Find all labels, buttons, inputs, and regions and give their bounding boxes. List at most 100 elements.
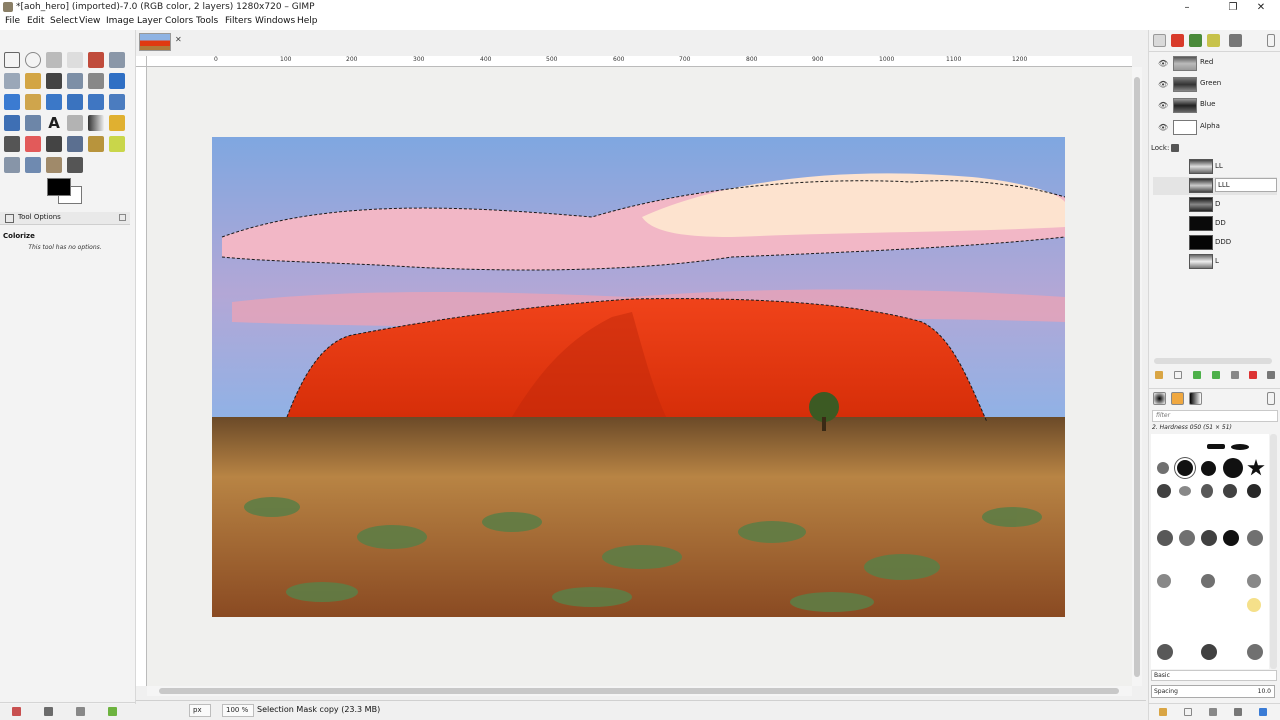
menu-windows[interactable]: Windows	[255, 16, 295, 26]
brush-item[interactable]	[1247, 598, 1261, 612]
brush-grid-scrollbar[interactable]	[1270, 434, 1277, 669]
duplicate-layer-icon[interactable]	[1231, 371, 1239, 379]
zoom-icon[interactable]	[67, 73, 83, 89]
brush-item[interactable]	[1179, 486, 1191, 496]
tab-patterns-icon[interactable]	[1171, 392, 1184, 405]
new-layer-icon[interactable]	[1174, 371, 1182, 379]
tab-brushes-icon[interactable]	[1153, 392, 1166, 405]
brush-grid[interactable]	[1151, 434, 1269, 669]
bucket-fill-icon[interactable]	[67, 115, 83, 131]
brush-filter-input[interactable]: filter	[1152, 410, 1278, 422]
delete-options-icon[interactable]	[76, 707, 85, 716]
menu-layer[interactable]: Layer	[137, 16, 162, 26]
horizontal-scrollbar[interactable]	[147, 686, 1132, 696]
shear-icon[interactable]	[88, 94, 104, 110]
brush-item[interactable]	[1223, 484, 1237, 498]
lower-layer-icon[interactable]	[1212, 371, 1220, 379]
brush-item-star[interactable]	[1247, 459, 1265, 476]
brush-item[interactable]	[1223, 530, 1239, 546]
align-icon[interactable]	[4, 94, 20, 110]
horizontal-ruler[interactable]: 0 100 200 300 400 500 600 700 800 900 10…	[147, 56, 1132, 67]
edit-brush-icon[interactable]	[1159, 708, 1167, 716]
flip-icon[interactable]	[4, 115, 20, 131]
ink-icon[interactable]	[67, 136, 83, 152]
image-tab-thumbnail[interactable]	[139, 33, 171, 51]
layer-row[interactable]: DD	[1153, 215, 1277, 233]
brush-item[interactable]	[1157, 644, 1173, 660]
delete-brush-icon[interactable]	[1234, 708, 1242, 716]
eye-icon[interactable]: 👁	[1158, 101, 1168, 110]
channel-row[interactable]: 👁 Alpha	[1149, 118, 1280, 138]
menu-help[interactable]: Help	[297, 16, 318, 26]
vertical-ruler[interactable]	[136, 67, 147, 686]
tab-paths-icon[interactable]	[1189, 34, 1202, 47]
brush-item[interactable]	[1157, 462, 1169, 474]
brush-item[interactable]	[1201, 484, 1213, 498]
crop-icon[interactable]	[25, 94, 41, 110]
save-options-icon[interactable]	[12, 707, 21, 716]
configure-tab-icon[interactable]	[119, 214, 126, 221]
select-by-color-icon[interactable]	[88, 52, 104, 68]
eye-icon[interactable]: 👁	[1158, 123, 1168, 132]
brush-item[interactable]	[1247, 574, 1261, 588]
fuzzy-select-icon[interactable]	[67, 52, 83, 68]
eye-icon[interactable]: 👁	[1158, 59, 1168, 68]
brush-item[interactable]	[1247, 644, 1263, 660]
scale-icon[interactable]	[67, 94, 83, 110]
brush-item[interactable]	[1157, 530, 1173, 546]
brush-item[interactable]	[1201, 574, 1215, 588]
brush-set-select[interactable]: Basic	[1151, 670, 1277, 681]
tab-tool-options[interactable]: Tool Options	[0, 212, 130, 225]
eraser-icon[interactable]	[25, 136, 41, 152]
tab-images-icon[interactable]	[1229, 34, 1242, 47]
restore-options-icon[interactable]	[44, 707, 53, 716]
airbrush-icon[interactable]	[46, 136, 62, 152]
canvas-area[interactable]	[147, 67, 1132, 686]
brush-item[interactable]	[1201, 461, 1216, 476]
delete-layer-icon[interactable]	[1267, 371, 1275, 379]
configure-brush-tab-icon[interactable]	[1267, 392, 1275, 405]
refresh-brushes-icon[interactable]	[1259, 708, 1267, 716]
spacing-slider[interactable]: Spacing 10.0	[1151, 685, 1275, 698]
anchor-layer-icon[interactable]	[1249, 371, 1257, 379]
perspective-clone-icon[interactable]	[4, 157, 20, 173]
brush-item[interactable]	[1207, 444, 1225, 449]
rotate-icon[interactable]	[46, 94, 62, 110]
layer-row[interactable]: L	[1153, 253, 1277, 271]
tab-gradients-icon[interactable]	[1189, 392, 1202, 405]
channel-row[interactable]: 👁 Red	[1149, 54, 1280, 74]
paths-icon[interactable]	[25, 73, 41, 89]
menu-colors[interactable]: Colors	[165, 16, 193, 26]
close-window-button[interactable]: ✕	[1238, 0, 1280, 15]
menu-file[interactable]: File	[5, 16, 20, 26]
layers-horizontal-scrollbar[interactable]	[1154, 358, 1272, 364]
brush-item[interactable]	[1201, 530, 1217, 546]
move-icon[interactable]	[109, 73, 125, 89]
brush-item[interactable]	[1247, 484, 1261, 498]
free-select-icon[interactable]	[46, 52, 62, 68]
configure-dock-icon[interactable]	[1267, 34, 1275, 47]
rect-select-icon[interactable]	[4, 52, 20, 68]
text-tool-icon[interactable]: A	[46, 115, 62, 131]
cage-transform-icon[interactable]	[25, 115, 41, 131]
layer-row-selected[interactable]: LLL	[1153, 177, 1277, 195]
heal-icon[interactable]	[109, 136, 125, 152]
perspective-icon[interactable]	[109, 94, 125, 110]
brush-item[interactable]	[1247, 530, 1263, 546]
brush-item[interactable]	[1179, 530, 1195, 546]
layer-row[interactable]: DDD	[1153, 234, 1277, 252]
tab-channels-icon[interactable]	[1171, 34, 1184, 47]
color-picker-icon[interactable]	[46, 73, 62, 89]
layer-row[interactable]: LL	[1153, 158, 1277, 176]
layer-row[interactable]: D	[1153, 196, 1277, 214]
menu-tools[interactable]: Tools	[196, 16, 218, 26]
blend-icon[interactable]	[88, 115, 104, 131]
tab-undo-icon[interactable]	[1207, 34, 1220, 47]
unit-select[interactable]: px	[189, 704, 211, 717]
brush-item[interactable]	[1157, 484, 1171, 498]
vertical-scrollbar[interactable]	[1132, 67, 1142, 686]
reset-options-icon[interactable]	[108, 707, 117, 716]
ruler-corner[interactable]	[136, 56, 147, 67]
menu-edit[interactable]: Edit	[27, 16, 44, 26]
horizontal-scroll-thumb[interactable]	[159, 688, 1119, 694]
